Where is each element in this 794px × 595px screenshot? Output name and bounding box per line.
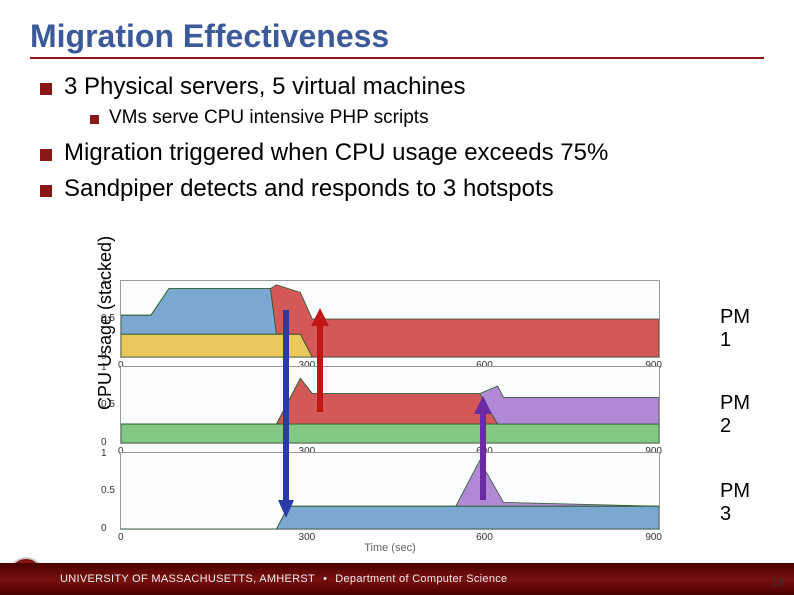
y-tick: 1 (101, 448, 107, 459)
footer-univ: UNIVERSITY OF MASSACHUSETTS, AMHERST (60, 573, 315, 585)
y-tick: 0 (101, 523, 107, 534)
chart-panel-pm1: 0 0.5 1 0 300 600 900 (120, 280, 660, 358)
bullet-icon (40, 185, 52, 197)
stacked-area (121, 281, 659, 357)
chart-panel-pm3: 0 0.5 1 0 300 600 900 (120, 452, 660, 530)
y-tick: 1 (101, 276, 107, 287)
bullet-text: Migration triggered when CPU usage excee… (64, 139, 608, 167)
arrow-red-icon (308, 308, 332, 418)
slide: Migration Effectiveness 3 Physical serve… (0, 0, 794, 595)
x-tick: 0 (118, 532, 124, 543)
y-tick: 0.5 (101, 485, 115, 496)
page-number: 19 (771, 575, 784, 589)
y-tick: 0.5 (101, 313, 115, 324)
bullet-2: Migration triggered when CPU usage excee… (40, 139, 764, 167)
pm3-label: PM 3 (720, 480, 750, 526)
y-tick: 0.5 (101, 399, 115, 410)
bullet-3: Sandpiper detects and responds to 3 hots… (40, 175, 764, 203)
title-underline (30, 57, 764, 59)
y-tick: 1 (101, 362, 107, 373)
bullet-icon (90, 115, 99, 124)
bullet-icon (40, 149, 52, 161)
y-tick: 0 (101, 351, 107, 362)
chart-panel-pm2: 0 0.5 1 0 300 600 900 (120, 366, 660, 444)
bullet-text: 3 Physical servers, 5 virtual machines (64, 73, 465, 101)
pm2-label: PM 2 (720, 392, 750, 438)
stacked-area (121, 453, 659, 529)
separator-icon: • (323, 573, 327, 585)
y-tick: 0 (101, 437, 107, 448)
x-tick: 600 (476, 532, 493, 543)
x-axis-label: Time (sec) (120, 542, 660, 554)
bullet-1a: VMs serve CPU intensive PHP scripts (90, 107, 764, 129)
x-tick: 300 (299, 532, 316, 543)
footer-bar: UNIVERSITY OF MASSACHUSETTS, AMHERST • D… (0, 563, 794, 595)
chart-container: 0 0.5 1 0 300 600 900 PM 1 0 0.5 1 0 300… (120, 280, 660, 550)
bullet-1: 3 Physical servers, 5 virtual machines (40, 73, 764, 101)
stacked-area (121, 367, 659, 443)
pm1-label: PM 1 (720, 306, 750, 352)
bullet-text: Sandpiper detects and responds to 3 hots… (64, 175, 554, 203)
arrow-purple-icon (472, 396, 494, 506)
bullet-text: VMs serve CPU intensive PHP scripts (109, 107, 429, 129)
bullet-icon (40, 83, 52, 95)
arrow-blue-icon (276, 310, 296, 520)
x-tick: 900 (645, 532, 662, 543)
footer-dept: Department of Computer Science (335, 573, 507, 585)
slide-title: Migration Effectiveness (30, 18, 764, 55)
